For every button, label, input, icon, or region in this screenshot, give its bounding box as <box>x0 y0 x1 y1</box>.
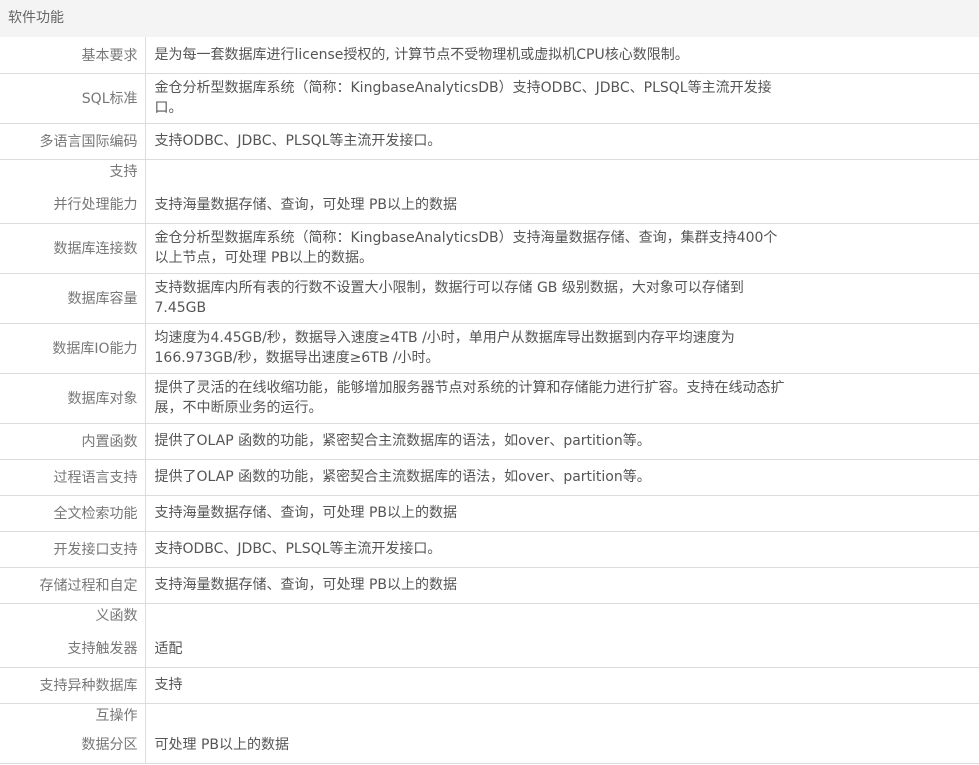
row-label: 过程语言支持 <box>53 470 138 486</box>
row-value-cell: 适配 <box>145 603 979 668</box>
row-value: 提供了OLAP 函数的功能，紧密契合主流数据库的语法，如over、partiti… <box>154 433 651 449</box>
row-value: 支持海量数据存储、查询，可处理 PB以上的数据 <box>154 196 458 213</box>
spec-table: 基本要求 是为每一套数据库进行license授权的, 计算节点不受物理机或虚拟机… <box>0 37 979 764</box>
row-value-cell: 支持数据库内所有表的行数不设置大小限制，数据行可以存储 GB 级别数据，大对象可… <box>145 273 979 324</box>
row-label-cell: 互操作 数据分区 <box>0 703 146 764</box>
row-value-cell: 提供了OLAP 函数的功能，紧密契合主流数据库的语法，如over、partiti… <box>145 423 979 460</box>
row-value: 是为每一套数据库进行license授权的, 计算节点不受物理机或虚拟机CPU核心… <box>154 46 689 63</box>
section-header: 软件功能 <box>0 0 979 37</box>
table-row: 数据库IO能力 均速度为4.45GB/秒，数据导入速度≥4TB /小时，单用户从… <box>0 323 979 374</box>
row-label-cell: 数据库对象 <box>0 373 146 424</box>
row-label: 数据库连接数 <box>53 241 138 257</box>
row-value: 支持数据库内所有表的行数不设置大小限制，数据行可以存储 GB 级别数据，大对象可… <box>154 280 744 316</box>
row-label: 数据库容量 <box>67 291 138 307</box>
row-label-cell: 存储过程和自定 <box>0 567 146 604</box>
row-value: 金仓分析型数据库系统（简称：KingbaseAnalyticsDB）支持海量数据… <box>154 230 778 266</box>
row-value-cell: 支持海量数据存储、查询，可处理 PB以上的数据 <box>145 159 979 224</box>
row-value-cell: 金仓分析型数据库系统（简称：KingbaseAnalyticsDB）支持海量数据… <box>145 223 979 274</box>
row-label: 基本要求 <box>81 47 138 64</box>
row-label-overflow: 支持 <box>109 163 138 180</box>
row-value: 支持海量数据存储、查询，可处理 PB以上的数据 <box>154 577 458 593</box>
row-value-cell: 提供了灵活的在线收缩功能，能够增加服务器节点对系统的计算和存储能力进行扩容。支持… <box>145 373 979 424</box>
row-label-cell: 数据库连接数 <box>0 223 146 274</box>
row-value: 支持ODBC、JDBC、PLSQL等主流开发接口。 <box>154 133 442 149</box>
row-label: 支持触发器 <box>67 640 138 657</box>
row-label-cell: 多语言国际编码 <box>0 123 146 160</box>
row-label-cell: 开发接口支持 <box>0 531 146 568</box>
table-row: 内置函数 提供了OLAP 函数的功能，紧密契合主流数据库的语法，如over、pa… <box>0 423 979 460</box>
row-value-cell: 均速度为4.45GB/秒，数据导入速度≥4TB /小时，单用户从数据库导出数据到… <box>145 323 979 374</box>
row-value: 可处理 PB以上的数据 <box>154 736 290 753</box>
row-value-cell: 支持海量数据存储、查询，可处理 PB以上的数据 <box>145 567 979 604</box>
row-label: 多语言国际编码 <box>39 134 138 150</box>
row-value-cell: 金仓分析型数据库系统（简称：KingbaseAnalyticsDB）支持ODBC… <box>145 73 979 124</box>
table-row: 互操作 数据分区 可处理 PB以上的数据 <box>0 703 979 764</box>
row-value: 均速度为4.45GB/秒，数据导入速度≥4TB /小时，单用户从数据库导出数据到… <box>154 330 735 366</box>
row-label-overflow: 互操作 <box>95 707 138 724</box>
row-label: SQL标准 <box>81 91 138 107</box>
row-label-cell: 内置函数 <box>0 423 146 460</box>
row-label-cell: 义函数 支持触发器 <box>0 603 146 668</box>
table-row: 开发接口支持 支持ODBC、JDBC、PLSQL等主流开发接口。 <box>0 531 979 568</box>
table-row: 义函数 支持触发器 适配 <box>0 603 979 668</box>
row-label-cell: 基本要求 <box>0 37 146 74</box>
row-label-cell: 全文检索功能 <box>0 495 146 532</box>
row-value-cell: 支持海量数据存储、查询，可处理 PB以上的数据 <box>145 495 979 532</box>
row-label: 数据库IO能力 <box>52 341 138 357</box>
row-label-cell: 数据库容量 <box>0 273 146 324</box>
row-label-cell: 数据库IO能力 <box>0 323 146 374</box>
row-label-cell: 支持 并行处理能力 <box>0 159 146 224</box>
row-value-cell: 支持ODBC、JDBC、PLSQL等主流开发接口。 <box>145 531 979 568</box>
row-value: 适配 <box>154 640 183 657</box>
row-label: 存储过程和自定 <box>39 578 138 594</box>
row-label: 全文检索功能 <box>53 506 138 522</box>
table-row: 全文检索功能 支持海量数据存储、查询，可处理 PB以上的数据 <box>0 495 979 532</box>
row-label-cell: 过程语言支持 <box>0 459 146 496</box>
row-value: 提供了灵活的在线收缩功能，能够增加服务器节点对系统的计算和存储能力进行扩容。支持… <box>154 380 785 416</box>
table-row: 过程语言支持 提供了OLAP 函数的功能，紧密契合主流数据库的语法，如over、… <box>0 459 979 496</box>
row-label: 开发接口支持 <box>53 542 138 558</box>
row-value: 支持ODBC、JDBC、PLSQL等主流开发接口。 <box>154 541 442 557</box>
table-row: 支持异种数据库 支持 <box>0 667 979 704</box>
row-label: 数据库对象 <box>67 391 138 407</box>
table-row: 存储过程和自定 支持海量数据存储、查询，可处理 PB以上的数据 <box>0 567 979 604</box>
table-row: 数据库连接数 金仓分析型数据库系统（简称：KingbaseAnalyticsDB… <box>0 223 979 274</box>
table-row: 数据库容量 支持数据库内所有表的行数不设置大小限制，数据行可以存储 GB 级别数… <box>0 273 979 324</box>
row-value-cell: 提供了OLAP 函数的功能，紧密契合主流数据库的语法，如over、partiti… <box>145 459 979 496</box>
row-label: 数据分区 <box>81 736 138 753</box>
row-label-overflow: 义函数 <box>95 607 138 624</box>
table-row: 多语言国际编码 支持ODBC、JDBC、PLSQL等主流开发接口。 <box>0 123 979 160</box>
row-value-cell: 支持 <box>145 667 979 704</box>
table-row: SQL标准 金仓分析型数据库系统（简称：KingbaseAnalyticsDB）… <box>0 73 979 124</box>
row-value-cell: 是为每一套数据库进行license授权的, 计算节点不受物理机或虚拟机CPU核心… <box>145 37 979 74</box>
row-value: 金仓分析型数据库系统（简称：KingbaseAnalyticsDB）支持ODBC… <box>154 80 772 116</box>
row-label: 支持异种数据库 <box>39 678 138 694</box>
row-value: 支持 <box>154 677 183 693</box>
row-value-cell: 支持ODBC、JDBC、PLSQL等主流开发接口。 <box>145 123 979 160</box>
row-label: 内置函数 <box>81 434 138 450</box>
section-title: 软件功能 <box>8 10 64 26</box>
row-value-cell: 可处理 PB以上的数据 <box>145 703 979 764</box>
row-label-cell: SQL标准 <box>0 73 146 124</box>
row-value: 提供了OLAP 函数的功能，紧密契合主流数据库的语法，如over、partiti… <box>154 469 651 485</box>
row-value: 支持海量数据存储、查询，可处理 PB以上的数据 <box>154 505 458 521</box>
table-row: 基本要求 是为每一套数据库进行license授权的, 计算节点不受物理机或虚拟机… <box>0 37 979 74</box>
row-label-cell: 支持异种数据库 <box>0 667 146 704</box>
row-label: 并行处理能力 <box>53 196 138 213</box>
table-row: 支持 并行处理能力 支持海量数据存储、查询，可处理 PB以上的数据 <box>0 159 979 224</box>
table-row: 数据库对象 提供了灵活的在线收缩功能，能够增加服务器节点对系统的计算和存储能力进… <box>0 373 979 424</box>
